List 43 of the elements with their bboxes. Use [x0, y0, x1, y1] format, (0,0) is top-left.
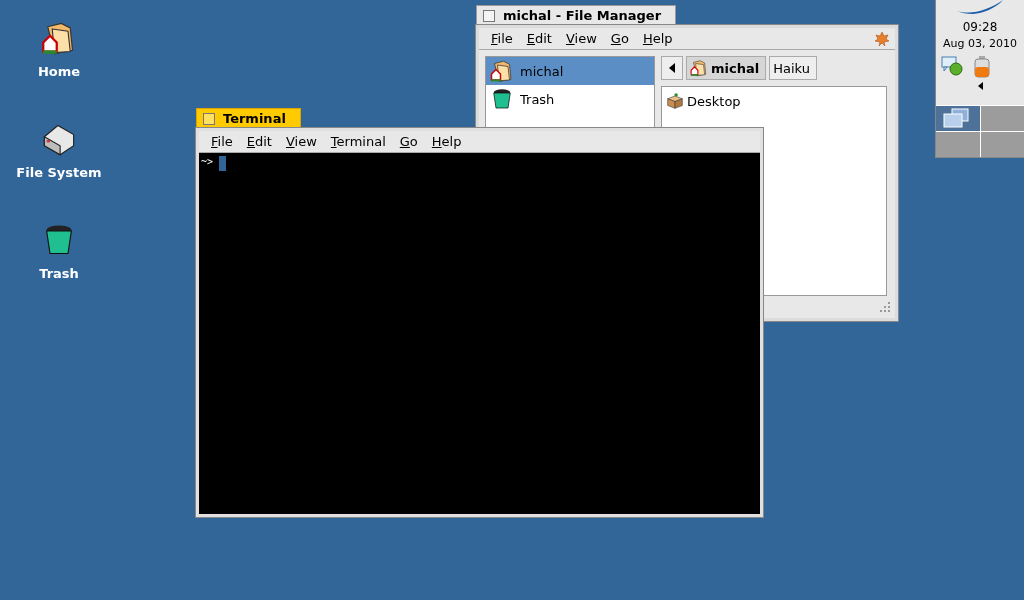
- menu-item[interactable]: Help: [424, 134, 469, 149]
- clock-time[interactable]: 09:28: [962, 20, 998, 34]
- collapse-arrow-icon[interactable]: [977, 82, 983, 90]
- back-button[interactable]: [661, 56, 683, 80]
- window-tab[interactable]: michal - File Manager: [476, 5, 677, 25]
- shell-prompt: ~>: [201, 156, 214, 167]
- menu-item[interactable]: Edit: [519, 31, 559, 46]
- resize-grip-icon[interactable]: [879, 301, 891, 313]
- workspace-tile[interactable]: [936, 132, 980, 157]
- menu-item[interactable]: Help: [635, 31, 680, 46]
- desktop-icon-label[interactable]: Trash: [39, 266, 79, 281]
- desk-icon: [666, 92, 684, 110]
- path-button[interactable]: michal: [686, 56, 767, 80]
- menu-item[interactable]: Terminal: [323, 134, 393, 149]
- menu-item[interactable]: File: [204, 134, 240, 149]
- workspace-tile[interactable]: [980, 106, 1024, 131]
- menu-item[interactable]: Go: [392, 134, 425, 149]
- chat-bubble-icon[interactable]: [941, 56, 963, 76]
- terminal-screen[interactable]: ~>: [199, 153, 760, 514]
- desktop-icon-label[interactable]: File System: [16, 165, 102, 180]
- path-button[interactable]: Haiku: [769, 56, 817, 80]
- menu-item[interactable]: View: [278, 134, 324, 149]
- home-folder-icon: [690, 59, 708, 77]
- left-arrow-icon: [669, 63, 675, 73]
- text-cursor: [219, 156, 227, 171]
- file-name[interactable]: Desktop: [687, 93, 741, 109]
- desktop-icon-label[interactable]: Home: [37, 64, 81, 79]
- workspace-tile[interactable]: [980, 132, 1024, 157]
- menu-item[interactable]: File: [484, 31, 520, 46]
- places-item[interactable]: michal: [486, 57, 654, 85]
- home-folder-icon: [490, 59, 514, 83]
- close-icon[interactable]: [483, 9, 495, 22]
- window-title: Terminal: [223, 111, 286, 126]
- menu-item[interactable]: Go: [603, 31, 636, 46]
- workspace-tile[interactable]: [936, 106, 980, 131]
- menu-item[interactable]: Edit: [239, 134, 279, 149]
- close-icon[interactable]: [203, 112, 215, 125]
- window-title: michal - File Manager: [503, 8, 662, 23]
- clock-date: Aug 03, 2010: [943, 37, 1017, 50]
- menu-item[interactable]: View: [558, 31, 604, 46]
- trash-icon: [490, 87, 514, 111]
- leaf-icon: [874, 30, 890, 47]
- window-tab[interactable]: Terminal: [196, 108, 301, 128]
